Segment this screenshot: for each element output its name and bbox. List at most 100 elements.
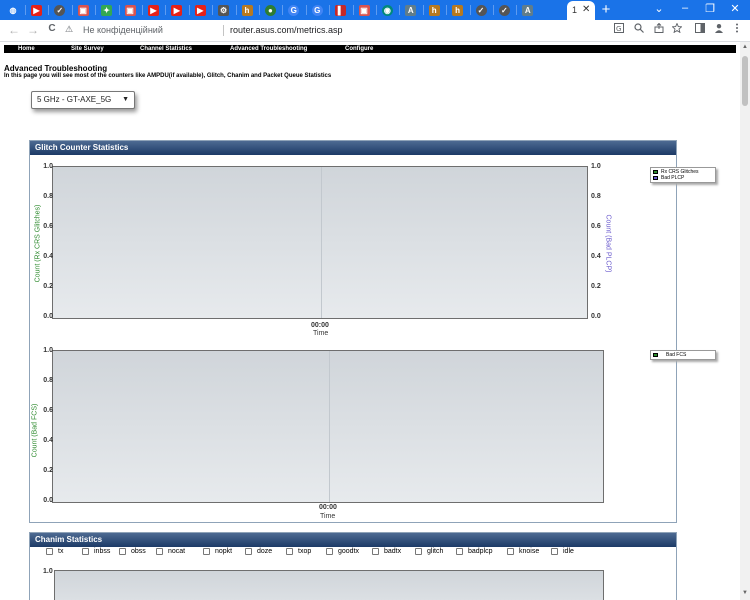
checkbox-box[interactable] <box>551 548 558 555</box>
bookmark-star-icon[interactable] <box>670 22 684 36</box>
warning-icon[interactable]: ⚠ <box>65 24 73 35</box>
checkbox-box[interactable] <box>46 548 53 555</box>
youtube-icon: ▶ <box>194 5 206 16</box>
y-tick-label: 0.4 <box>43 437 53 444</box>
plot-area-1 <box>52 166 588 319</box>
checkbox-badplcp[interactable]: badplcp <box>456 548 493 555</box>
browser-tab[interactable]: ▣ <box>120 2 140 19</box>
browser-tab[interactable]: ◉ <box>377 2 397 19</box>
y-tick-label: 1.0 <box>43 347 53 354</box>
checkbox-glitch[interactable]: glitch <box>415 548 443 555</box>
checkbox-box[interactable] <box>456 548 463 555</box>
checkbox-box[interactable] <box>326 548 333 555</box>
youtube-icon: ▶ <box>30 5 42 16</box>
restore-button[interactable]: ❐ <box>702 2 718 15</box>
scroll-thumb[interactable] <box>742 56 748 106</box>
browser-tab[interactable]: ▣ <box>354 2 374 19</box>
minimize-button[interactable]: – <box>677 2 693 14</box>
checkbox-label: txop <box>298 548 312 555</box>
browser-tab[interactable]: ▶ <box>190 2 210 19</box>
profile-icon[interactable] <box>712 23 726 36</box>
checkbox-box[interactable] <box>156 548 163 555</box>
browser-tab[interactable]: A <box>518 2 538 19</box>
a-icon: A <box>405 5 417 16</box>
checkbox-label: nocat <box>168 548 186 555</box>
browser-tab[interactable]: ▶ <box>143 2 163 19</box>
circle-check-icon: ✓ <box>498 5 510 16</box>
checkbox-box[interactable] <box>507 548 514 555</box>
checkbox-label: badplcp <box>468 548 493 555</box>
checkbox-box[interactable] <box>286 548 293 555</box>
active-tab[interactable]: 1 ✕ <box>567 1 595 20</box>
close-tab-icon[interactable]: ✕ <box>582 4 590 15</box>
translate-icon[interactable]: G <box>612 23 626 36</box>
plot-area-2 <box>52 350 604 503</box>
h-icon: h <box>428 5 440 16</box>
more-options-icon[interactable] <box>730 23 744 36</box>
forward-button[interactable]: → <box>26 23 40 37</box>
chevron-down-icon: ▼ <box>122 96 129 103</box>
checkbox-inbss[interactable]: inbss <box>82 548 110 555</box>
menu-site-survey[interactable]: Site Survey <box>71 44 104 54</box>
browser-tab[interactable]: ▣ <box>73 2 93 19</box>
browser-tab[interactable]: G <box>307 2 327 19</box>
browser-tab[interactable]: h <box>448 2 468 19</box>
browser-tab[interactable]: ✓ <box>471 2 491 19</box>
browser-tab[interactable]: A <box>401 2 421 19</box>
menu-home[interactable]: Home <box>18 44 35 54</box>
tab-search-chevron-icon[interactable]: ⌄ <box>651 2 667 15</box>
checkbox-box[interactable] <box>245 548 252 555</box>
browser-tab[interactable]: h <box>424 2 444 19</box>
scroll-up-icon[interactable]: ▲ <box>742 44 748 50</box>
band-select[interactable]: 5 GHz - GT-AXE_5G ▼ <box>31 91 135 109</box>
checkbox-txop[interactable]: txop <box>286 548 311 555</box>
checkbox-knoise[interactable]: knoise <box>507 548 539 555</box>
y-axis-label-left: Count (Bad FCS) <box>31 403 39 458</box>
window-close-button[interactable]: ✕ <box>727 2 743 15</box>
y-tick-label: 0.0 <box>43 313 53 320</box>
checkbox-tx[interactable]: tx <box>46 548 63 555</box>
browser-tab[interactable]: ◍ <box>3 2 23 19</box>
browser-tab[interactable]: ▌ <box>331 2 351 19</box>
browser-tab[interactable]: ⚙ <box>214 2 234 19</box>
checkbox-idle[interactable]: idle <box>551 548 574 555</box>
side-panel-icon[interactable] <box>693 23 707 36</box>
url-text[interactable]: router.asus.com/metrics.asp <box>230 25 343 35</box>
share-icon[interactable] <box>652 22 666 36</box>
zoom-icon[interactable] <box>632 23 646 36</box>
new-tab-button[interactable]: + <box>599 1 613 18</box>
reload-button[interactable]: C <box>45 23 59 34</box>
browser-tab[interactable]: ✓ <box>50 2 70 19</box>
scroll-down-icon[interactable]: ▼ <box>742 590 748 596</box>
checkbox-nopkt[interactable]: nopkt <box>203 548 232 555</box>
menu-advanced-troubleshooting[interactable]: Advanced Troubleshooting <box>230 44 307 54</box>
checkbox-box[interactable] <box>372 548 379 555</box>
checkbox-box[interactable] <box>203 548 210 555</box>
plot-area-3 <box>54 570 604 600</box>
checkbox-box[interactable] <box>119 548 126 555</box>
address-bar[interactable]: ⚠ Не конфіденційний router.asus.com/metr… <box>63 23 603 39</box>
browser-tab[interactable]: ▶ <box>167 2 187 19</box>
back-button[interactable]: ← <box>7 23 21 37</box>
browser-tab[interactable]: ● <box>260 2 280 19</box>
checkbox-nocat[interactable]: nocat <box>156 548 185 555</box>
y-tick-label: 1.0 <box>591 163 601 170</box>
legend-item[interactable]: Bad FCS <box>653 352 713 358</box>
browser-tab[interactable]: G <box>284 2 304 19</box>
browser-tab[interactable]: ▶ <box>26 2 46 19</box>
checkbox-goodtx[interactable]: goodtx <box>326 548 359 555</box>
menu-configure[interactable]: Configure <box>345 44 373 54</box>
checkbox-box[interactable] <box>415 548 422 555</box>
checkbox-doze[interactable]: doze <box>245 548 272 555</box>
legend-item[interactable]: Bad PLCP <box>653 175 713 181</box>
checkbox-box[interactable] <box>82 548 89 555</box>
checkbox-obss[interactable]: obss <box>119 548 146 555</box>
menu-channel-statistics[interactable]: Channel Statistics <box>140 44 192 54</box>
scrollbar[interactable]: ▲ ▼ <box>740 42 750 600</box>
browser-tab[interactable]: h <box>237 2 257 19</box>
checkbox-badtx[interactable]: badtx <box>372 548 401 555</box>
browser-tab[interactable]: ✓ <box>494 2 514 19</box>
security-label[interactable]: Не конфіденційний <box>83 25 163 35</box>
browser-tab[interactable]: ✦ <box>97 2 117 19</box>
checkbox-label: idle <box>563 548 574 555</box>
